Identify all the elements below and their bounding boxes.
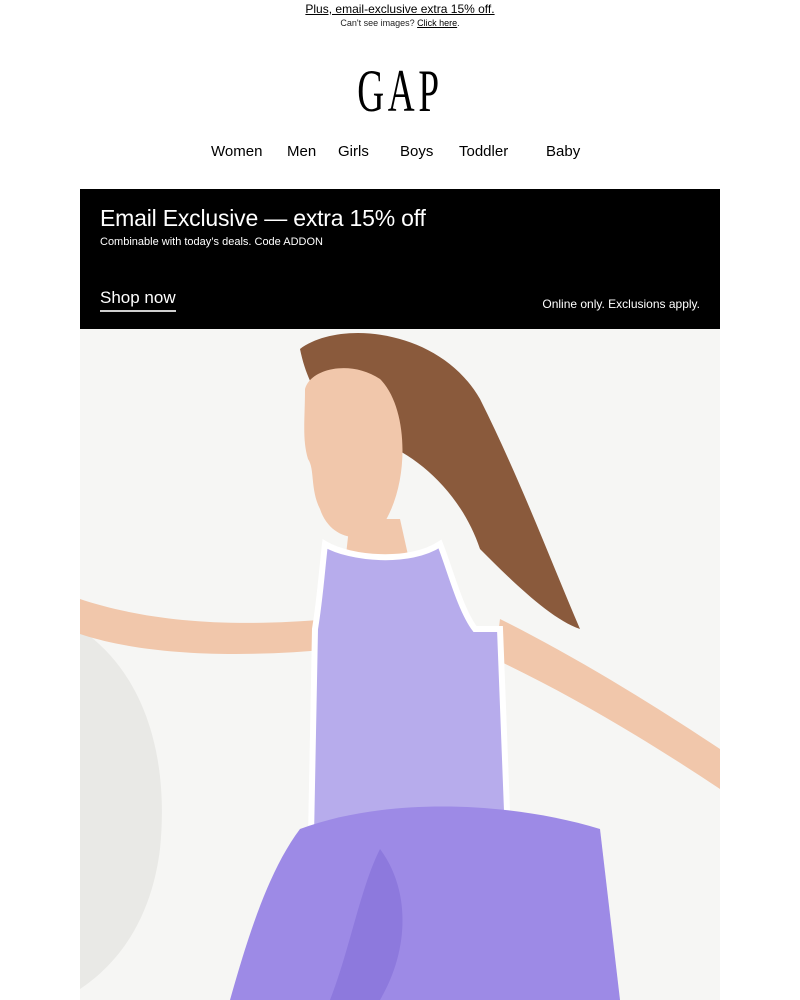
nav-item-men[interactable]: Men bbox=[287, 142, 316, 162]
shop-now-link[interactable]: Shop now bbox=[100, 287, 176, 312]
hero-illustration bbox=[80, 329, 720, 1000]
hero-image[interactable] bbox=[80, 329, 720, 1000]
cant-see-images-text: Can't see images? bbox=[340, 18, 415, 28]
promo-banner[interactable]: Email Exclusive — extra 15% off Combinab… bbox=[80, 189, 720, 329]
nav-item-baby[interactable]: Baby bbox=[546, 142, 580, 162]
logo-container: GAP bbox=[0, 58, 800, 124]
nav-item-boys[interactable]: Boys bbox=[400, 142, 433, 162]
promo-disclaimer: Online only. Exclusions apply. bbox=[542, 297, 700, 311]
nav-item-toddler[interactable]: Toddler bbox=[459, 142, 508, 162]
category-nav: Women Men Girls Boys Toddler Baby bbox=[0, 142, 800, 164]
click-here-link[interactable]: Click here bbox=[417, 18, 457, 28]
nav-item-women[interactable]: Women bbox=[211, 142, 262, 162]
preheader: Plus, email-exclusive extra 15% off. bbox=[0, 2, 800, 17]
promo-subtitle: Combinable with today’s deals. Code ADDO… bbox=[100, 236, 323, 248]
view-images-line: Can't see images? Click here. bbox=[0, 17, 800, 29]
period-text: . bbox=[457, 18, 460, 28]
gap-logo[interactable]: GAP bbox=[357, 58, 443, 124]
nav-item-girls[interactable]: Girls bbox=[338, 142, 369, 162]
promo-title: Email Exclusive — extra 15% off bbox=[100, 205, 426, 231]
preheader-offer-link[interactable]: Plus, email-exclusive extra 15% off. bbox=[305, 2, 494, 16]
